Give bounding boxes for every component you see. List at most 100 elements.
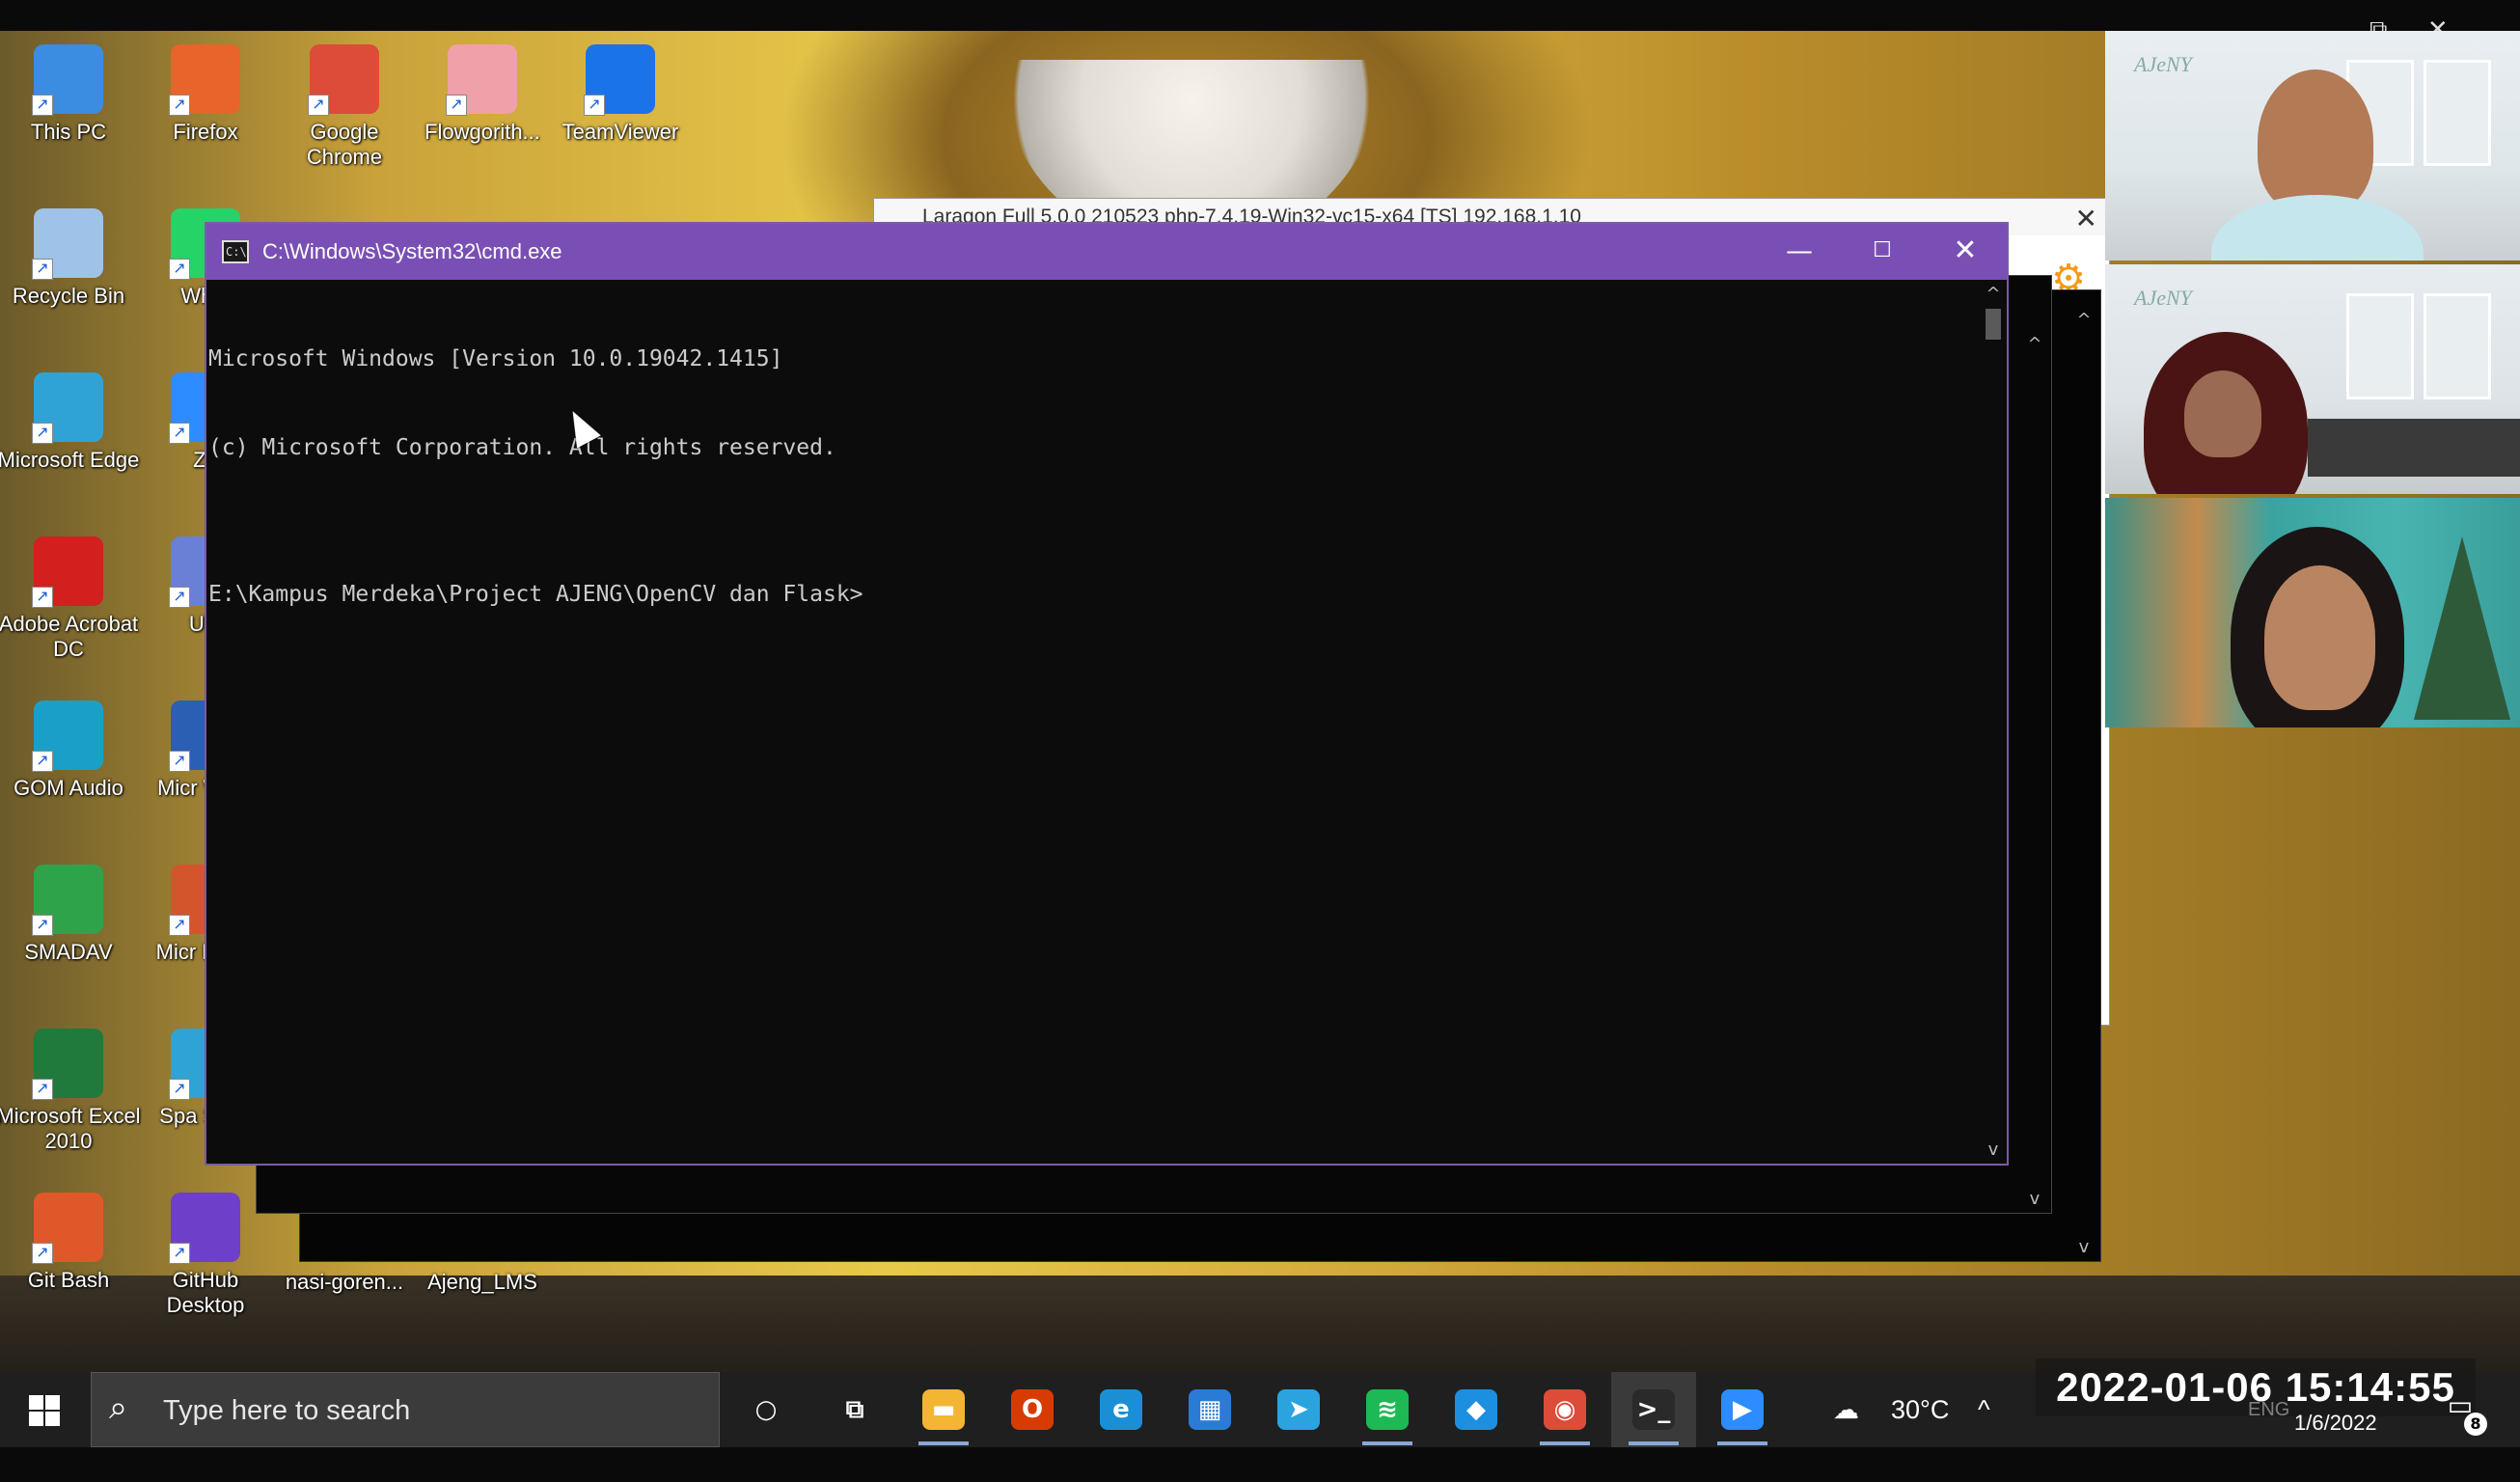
taskbar-app-cmd[interactable]: >_ <box>1611 1372 1696 1447</box>
taskbar-app-edge[interactable]: e <box>1079 1372 1164 1447</box>
chevron-up-icon[interactable]: ^ <box>1978 1372 1990 1447</box>
taskbar-app-chrome[interactable]: ◉ <box>1522 1372 1607 1447</box>
taskbar-app-cortana[interactable]: ○ <box>724 1372 808 1447</box>
desktop-icon[interactable]: ↗ GOM Audio <box>0 700 141 801</box>
desktop-icon[interactable]: ↗ Adobe Acrobat DC <box>0 536 141 662</box>
desktop-icon-label: Google Chrome <box>306 120 383 169</box>
scroll-up-icon[interactable]: ^ <box>2022 334 2047 354</box>
task-view-icon: ⧉ <box>834 1389 876 1430</box>
video-tile-3[interactable] <box>2105 498 2520 727</box>
shortcut-arrow-icon: ↗ <box>32 1079 53 1100</box>
desktop-icon[interactable]: ↗ SMADAV <box>0 864 141 965</box>
desktop-icon[interactable]: ↗ Microsoft Excel 2010 <box>0 1029 141 1154</box>
console-prompt[interactable]: E:\Kampus Merdeka\Project AJENG\OpenCV d… <box>208 580 1974 610</box>
search-placeholder: Type here to search <box>163 1395 411 1426</box>
desktop-icon-label: Flowgorith... <box>425 120 540 144</box>
scroll-down-icon[interactable]: v <box>1980 1139 2007 1160</box>
excel-icon: ↗ <box>32 1029 103 1100</box>
office-icon: O <box>1011 1389 1054 1430</box>
desktop-icon[interactable]: ↗ Firefox <box>133 44 278 145</box>
smadav-icon: ↗ <box>32 864 103 936</box>
taskbar-app-task-view[interactable]: ⧉ <box>812 1372 897 1447</box>
taskbar-date[interactable]: 1/6/2022 <box>2294 1411 2377 1436</box>
desktop-icon-label: Microsoft Excel 2010 <box>0 1104 141 1153</box>
maximize-button[interactable]: ☐ <box>1841 224 1924 280</box>
desktop-icon-label: Ajeng_LMS <box>427 1270 537 1294</box>
edge-icon: e <box>1100 1389 1142 1430</box>
app-blue-icon: ◆ <box>1455 1389 1497 1430</box>
desktop-icon[interactable]: ↗ This PC <box>0 44 141 145</box>
taskbar-app-telegram[interactable]: ➤ <box>1256 1372 1341 1447</box>
running-indicator <box>1629 1441 1679 1445</box>
desktop-icon[interactable]: ↗ Microsoft Edge <box>0 372 141 473</box>
shortcut-arrow-icon: ↗ <box>169 751 190 772</box>
github-desktop-icon: ↗ <box>169 1193 240 1264</box>
desktop-icon[interactable]: ↗ Google Chrome <box>272 44 417 170</box>
cmd-icon: >_ <box>1632 1389 1675 1430</box>
desktop-icon-label: GitHub Desktop <box>166 1268 245 1317</box>
teamviewer-icon: ↗ <box>584 44 655 116</box>
running-indicator <box>1362 1441 1412 1445</box>
file-explorer-icon: ▬ <box>922 1389 965 1430</box>
recording-timestamp: 2022-01-06 15:14:55 <box>2036 1358 2476 1416</box>
spotify-icon: ≋ <box>1366 1389 1409 1430</box>
desktop-icon-label: Firefox <box>173 120 238 144</box>
notification-icon[interactable]: ▭ 8 <box>2439 1389 2487 1436</box>
shortcut-arrow-icon: ↗ <box>446 95 467 116</box>
shortcut-arrow-icon: ↗ <box>169 1243 190 1264</box>
weather-temp[interactable]: 30°C <box>1891 1372 1949 1447</box>
computer-icon: ↗ <box>32 44 103 116</box>
taskbar-app-office[interactable]: O <box>990 1372 1075 1447</box>
zoom-icon: ▶ <box>1721 1389 1764 1430</box>
shortcut-arrow-icon: ↗ <box>169 259 190 280</box>
chrome-icon: ◉ <box>1544 1389 1586 1430</box>
scroll-up-icon[interactable]: ^ <box>2071 310 2096 330</box>
search-icon: ⌕ <box>109 1388 128 1427</box>
scroll-thumb[interactable] <box>1986 309 2001 340</box>
desktop-icon[interactable]: ↗ Flowgorith... <box>410 44 555 145</box>
desktop-icon-label: Git Bash <box>27 1268 110 1292</box>
participant-face <box>2264 565 2375 710</box>
console-output[interactable]: Microsoft Windows [Version 10.0.19042.14… <box>208 286 1974 1154</box>
close-button[interactable]: ✕ <box>1924 224 2007 280</box>
shortcut-arrow-icon: ↗ <box>169 915 190 936</box>
acrobat-icon: ↗ <box>32 536 103 608</box>
cmd-titlebar[interactable]: C:\ C:\Windows\System32\cmd.exe — ☐ ✕ <box>206 224 2007 280</box>
cmd-window[interactable]: C:\ C:\Windows\System32\cmd.exe — ☐ ✕ Mi… <box>205 222 2009 1166</box>
vertical-scrollbar[interactable]: ^ v <box>1980 280 2007 1164</box>
weather-icon[interactable]: ☁ <box>1833 1372 1859 1447</box>
participant-face <box>2258 69 2373 214</box>
taskbar-app-zoom[interactable]: ▶ <box>1700 1372 1785 1447</box>
video-tile-1[interactable]: AJeNY <box>2105 31 2520 261</box>
shortcut-arrow-icon: ↗ <box>32 95 53 116</box>
chrome-icon: ↗ <box>308 44 379 116</box>
laragon-close-button[interactable]: ✕ <box>2075 203 2097 234</box>
scroll-up-icon[interactable]: ^ <box>1980 284 2007 304</box>
desktop-icon[interactable]: ↗ Git Bash <box>0 1193 141 1293</box>
shortcut-arrow-icon: ↗ <box>32 1243 53 1264</box>
running-indicator <box>918 1441 969 1445</box>
desktop-icon[interactable]: ↗ TeamViewer <box>548 44 693 145</box>
scroll-down-icon[interactable]: v <box>2071 1237 2096 1257</box>
minimize-button[interactable]: — <box>1758 224 1841 280</box>
desktop-icon-label: TeamViewer <box>562 120 679 144</box>
scroll-down-icon[interactable]: v <box>2022 1189 2047 1209</box>
start-button[interactable] <box>0 1372 89 1447</box>
desktop-icon-label: This PC <box>30 120 107 144</box>
desktop-icon[interactable]: nasi-goren... <box>272 1270 417 1295</box>
desktop-icon-label: Adobe Acrobat DC <box>0 612 139 661</box>
git-bash-icon: ↗ <box>32 1193 103 1264</box>
taskbar-app-app-blue[interactable]: ◆ <box>1434 1372 1519 1447</box>
taskbar-app-store[interactable]: ▦ <box>1167 1372 1252 1447</box>
taskbar-search[interactable]: ⌕ Type here to search <box>91 1372 720 1447</box>
video-tile-2[interactable]: AJeNY <box>2105 264 2520 494</box>
shortcut-arrow-icon: ↗ <box>169 1079 190 1100</box>
shortcut-arrow-icon: ↗ <box>32 259 53 280</box>
desktop-icon[interactable]: ↗ Recycle Bin <box>0 208 141 309</box>
taskbar-app-spotify[interactable]: ≋ <box>1345 1372 1430 1447</box>
taskbar-app-file-explorer[interactable]: ▬ <box>901 1372 986 1447</box>
recording-bottom-bar <box>0 1447 2520 1482</box>
desktop-icon[interactable]: Ajeng_LMS <box>410 1270 555 1295</box>
shortcut-arrow-icon: ↗ <box>308 95 329 116</box>
shortcut-arrow-icon: ↗ <box>169 95 190 116</box>
